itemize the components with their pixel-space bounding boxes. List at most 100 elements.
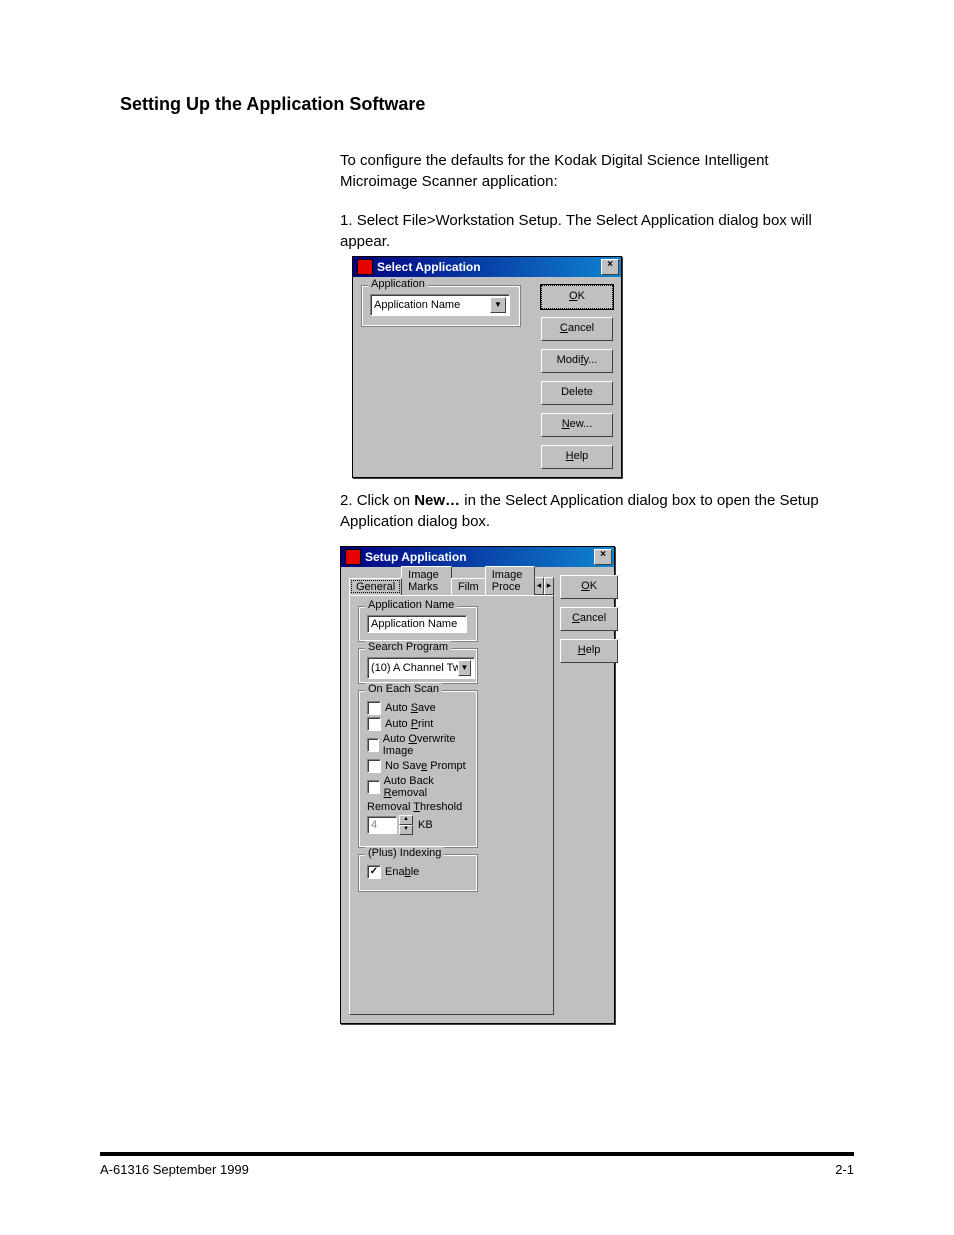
removal-threshold-unit: KB xyxy=(418,819,433,831)
help-label-u: H xyxy=(566,450,574,462)
help-label-post: elp xyxy=(586,644,601,656)
help-button[interactable]: Help xyxy=(541,445,613,469)
step-1: 1. Select File>Workstation Setup. The Se… xyxy=(340,210,840,252)
no-save-prompt-label: No Save Prompt xyxy=(385,760,466,772)
threshold-spin-down[interactable]: ▼ xyxy=(399,825,413,835)
auto-save-u: S xyxy=(411,702,418,714)
cancel-button[interactable]: Cancel xyxy=(541,317,613,341)
on-each-scan-legend: On Each Scan xyxy=(365,683,442,695)
auto-back-post: emoval xyxy=(392,787,427,799)
help-label-u: H xyxy=(578,644,586,656)
ok-label-u: O xyxy=(569,290,578,302)
setup-application-titlebar: Setup Application × xyxy=(341,547,614,567)
footer-right: 2-1 xyxy=(835,1162,854,1177)
new-label-u: N xyxy=(562,418,570,430)
kodak-icon xyxy=(357,259,373,275)
ok-label-post: K xyxy=(590,580,597,592)
help-button[interactable]: Help xyxy=(560,639,618,663)
ok-button[interactable]: OK xyxy=(560,575,618,599)
search-program-value: (10) A Channel Two Le xyxy=(371,662,458,674)
tab-scroll-left-icon[interactable]: ◂ xyxy=(534,577,544,595)
removal-threshold-label: Removal Threshold xyxy=(367,801,469,813)
tab-panel-general: Application Name Application Name Search… xyxy=(349,595,554,1015)
enable-pre: Ena xyxy=(385,866,405,878)
cancel-label-post: ancel xyxy=(568,322,594,334)
setup-application-title: Setup Application xyxy=(365,550,592,564)
section-heading: Setting Up the Application Software xyxy=(120,94,840,115)
step-2-num: 2. xyxy=(340,492,353,509)
ok-button[interactable]: OK xyxy=(541,285,613,309)
application-combobox-value: Application Name xyxy=(374,299,460,311)
step-2-bold: New… xyxy=(414,492,460,509)
no-save-pre: No Sav xyxy=(385,760,421,772)
app-name-legend: Application Name xyxy=(365,599,457,611)
threshold-spin-up[interactable]: ▲ xyxy=(399,815,413,825)
chevron-down-icon[interactable]: ▼ xyxy=(490,297,506,313)
removal-threshold-value: 4 xyxy=(371,819,377,831)
auto-save-label: Auto Save xyxy=(385,702,436,714)
application-groupbox-legend: Application xyxy=(368,278,428,290)
select-application-title: Select Application xyxy=(377,260,599,274)
chevron-down-icon[interactable]: ▼ xyxy=(458,660,471,676)
application-combobox[interactable]: Application Name ▼ xyxy=(370,294,510,316)
auto-ow-pre: Auto xyxy=(383,733,409,745)
new-button[interactable]: New... xyxy=(541,413,613,437)
removal-threshold-input[interactable]: 4 xyxy=(367,816,397,834)
auto-save-checkbox[interactable] xyxy=(367,701,381,715)
setup-application-dialog: Setup Application × General Image Marks … xyxy=(340,546,615,1024)
step-1-text: Select File>Workstation Setup. The Selec… xyxy=(340,212,812,250)
close-icon[interactable]: × xyxy=(594,549,612,565)
auto-back-u: R xyxy=(384,787,392,799)
auto-print-label: Auto Print xyxy=(385,718,433,730)
enable-indexing-label: Enable xyxy=(385,866,419,878)
step-1-num: 1. xyxy=(340,212,353,229)
cancel-label-u: C xyxy=(572,612,580,624)
plus-indexing-legend: (Plus) Indexing xyxy=(365,847,444,859)
search-program-combobox[interactable]: (10) A Channel Two Le ▼ xyxy=(367,657,475,679)
app-name-value: Application Name xyxy=(371,618,457,630)
cancel-label-post: ancel xyxy=(580,612,606,624)
footer-left: A-61316 September 1999 xyxy=(100,1162,249,1177)
auto-overwrite-checkbox[interactable] xyxy=(367,738,379,752)
removal-thresh-u: T xyxy=(413,801,420,813)
modify-label-pre: Modi xyxy=(557,354,581,366)
search-program-legend: Search Program xyxy=(365,641,451,653)
auto-save-pre: Auto xyxy=(385,702,411,714)
help-label-post: elp xyxy=(574,450,589,462)
ok-label-post: K xyxy=(578,290,585,302)
enable-post: le xyxy=(411,866,420,878)
auto-back-removal-checkbox[interactable] xyxy=(367,780,380,794)
tab-general[interactable]: General xyxy=(349,578,402,595)
auto-print-checkbox[interactable] xyxy=(367,717,381,731)
step-2: 2. Click on New… in the Select Applicati… xyxy=(340,490,840,532)
removal-thresh-post: hreshold xyxy=(420,801,462,813)
auto-back-removal-label: Auto Back Removal xyxy=(384,775,469,799)
no-save-prompt-checkbox[interactable] xyxy=(367,759,381,773)
tab-scroll-right-icon[interactable]: ▸ xyxy=(544,577,554,595)
tab-image-processing[interactable]: Image Proce xyxy=(485,566,535,595)
auto-back-pre: Auto Back xyxy=(384,775,434,787)
kodak-icon xyxy=(345,549,361,565)
auto-print-post: rint xyxy=(418,718,433,730)
new-label-post: ew... xyxy=(570,418,593,430)
auto-print-pre: Auto xyxy=(385,718,411,730)
delete-button[interactable]: Delete xyxy=(541,381,613,405)
auto-print-u: P xyxy=(411,718,418,730)
app-name-input[interactable]: Application Name xyxy=(367,615,467,633)
tab-image-marks[interactable]: Image Marks xyxy=(401,566,452,595)
modify-button[interactable]: Modify... xyxy=(541,349,613,373)
removal-thresh-pre: Removal xyxy=(367,801,413,813)
select-application-titlebar: Select Application × xyxy=(353,257,621,277)
step-2-text-a: Click on xyxy=(357,492,415,509)
cancel-label-u: C xyxy=(560,322,568,334)
tab-film[interactable]: Film xyxy=(451,578,486,595)
ok-label-u: O xyxy=(581,580,590,592)
intro-text: To configure the defaults for the Kodak … xyxy=(340,150,840,192)
auto-overwrite-label: Auto Overwrite Image xyxy=(383,733,469,757)
cancel-button[interactable]: Cancel xyxy=(560,607,618,631)
close-icon[interactable]: × xyxy=(601,259,619,275)
auto-ow-u: O xyxy=(408,733,417,745)
select-application-dialog: Select Application × Application Applica… xyxy=(352,256,622,478)
enable-indexing-checkbox[interactable] xyxy=(367,865,381,879)
auto-save-post: ave xyxy=(418,702,436,714)
